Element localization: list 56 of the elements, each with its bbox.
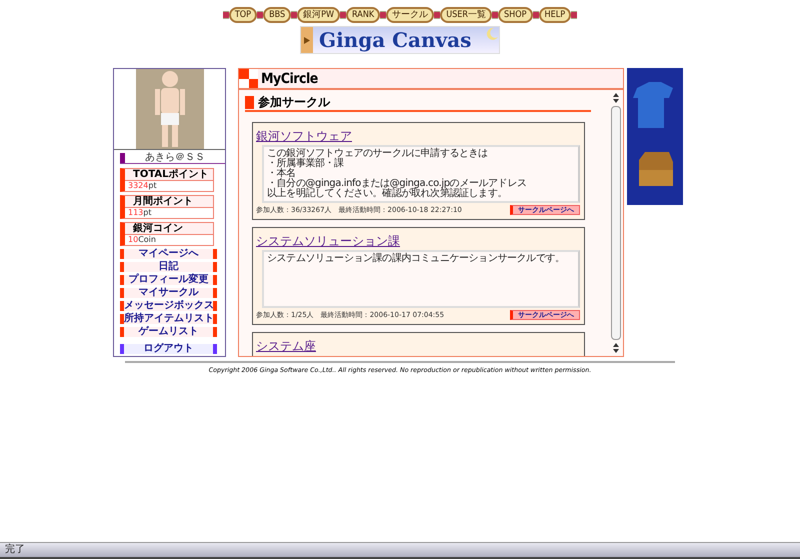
menu-link[interactable]: ゲームリスト xyxy=(120,327,217,337)
logo-text: Ginga Canvas xyxy=(318,27,472,53)
description-line: この銀河ソフトウェアのサークルに申請するときは xyxy=(267,149,489,159)
nav-connector xyxy=(380,11,386,19)
circle-name-link[interactable]: 銀河ソフトウェア xyxy=(256,129,352,143)
logout-link[interactable]: ログアウト xyxy=(120,344,217,354)
up-arrow-icon[interactable] xyxy=(613,342,619,348)
panel-title: MyCircle xyxy=(260,70,318,86)
nav-connector xyxy=(571,11,578,19)
nav-link[interactable]: HELP xyxy=(538,7,572,23)
nav-connector xyxy=(532,11,539,19)
stat-value: 3324pt xyxy=(127,181,158,191)
description-line: システムソリューション課の課内コミュニケーションサークルです。 xyxy=(267,254,566,264)
name-marker xyxy=(120,152,125,162)
person-silhouette-icon xyxy=(152,69,186,149)
section-marker xyxy=(245,96,254,109)
circle-name-link[interactable]: システム座 xyxy=(256,339,316,353)
mypage-link[interactable]: マイページへ xyxy=(120,249,217,259)
stat-label: TOTALポイント xyxy=(125,169,213,181)
nav-link[interactable]: SHOP xyxy=(498,7,533,23)
nav-link[interactable]: RANK xyxy=(346,7,380,23)
nav-connector xyxy=(340,11,346,19)
nav-connector xyxy=(222,11,229,19)
status-text: 完了 xyxy=(4,544,25,556)
description-line: 以上を明記してください。確認が取れ次第認証します。 xyxy=(267,189,508,199)
nav-connector xyxy=(492,11,498,19)
nav-link[interactable]: USER一覧 xyxy=(440,7,492,23)
moon-icon xyxy=(485,27,499,41)
up-arrow-icon[interactable] xyxy=(613,92,619,98)
section-title: 参加サークル xyxy=(258,94,330,111)
scrollbar[interactable] xyxy=(611,92,621,354)
play-icon xyxy=(304,36,310,44)
nav-link[interactable]: TOP xyxy=(228,7,258,23)
ad-picture[interactable] xyxy=(627,68,683,205)
user-name: あきら＠ＳＳ xyxy=(144,152,206,163)
description-line: ・所属事業部・課 xyxy=(267,159,345,169)
stat-label: 月間ポイント xyxy=(125,196,213,208)
nav-connector xyxy=(291,11,298,19)
nav-link[interactable]: サークル xyxy=(386,7,434,23)
stat-label: 銀河コイン xyxy=(125,223,213,235)
description-line: ・本名 xyxy=(267,169,296,179)
circle-name-link[interactable]: システムソリューション課 xyxy=(256,234,400,248)
stat-value: 10Coin xyxy=(127,235,157,245)
nav-connector xyxy=(257,11,264,19)
menu-link[interactable]: 日記 xyxy=(120,262,217,272)
nav-connector xyxy=(434,11,440,19)
description-line: ・自分の@ginga.infoまたは@ginga.co.jpのメールアドレス xyxy=(267,179,528,189)
nav-link[interactable]: 銀河PW xyxy=(297,7,340,23)
stat-value: 113pt xyxy=(127,208,152,218)
nav-link[interactable]: BBS xyxy=(263,7,292,23)
menu-link[interactable]: メッセージボックス xyxy=(120,301,217,311)
menu-link[interactable]: マイサークル xyxy=(120,288,217,298)
down-arrow-icon[interactable] xyxy=(613,98,619,104)
down-arrow-icon[interactable] xyxy=(613,348,619,354)
menu-link[interactable]: プロフィール変更 xyxy=(120,275,217,285)
menu-link[interactable]: 所持アイテムリスト xyxy=(120,314,217,324)
